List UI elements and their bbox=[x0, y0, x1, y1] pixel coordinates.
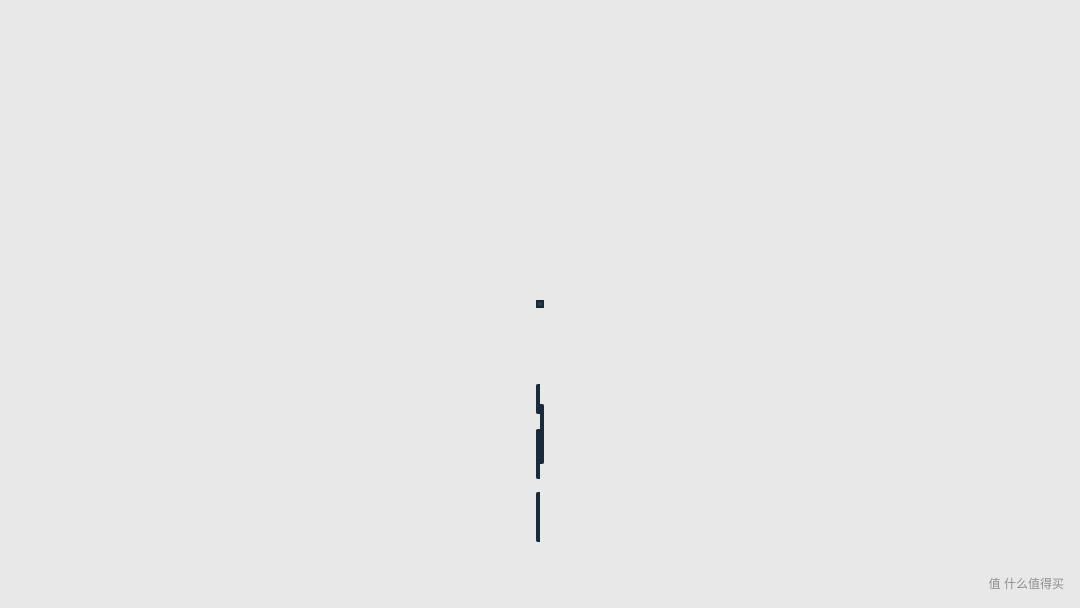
watermark: 值 什么值得买 bbox=[989, 575, 1064, 592]
power-button[interactable] bbox=[540, 404, 544, 464]
silent-switch[interactable] bbox=[536, 384, 540, 414]
volume-down-button[interactable] bbox=[536, 492, 540, 542]
volume-up-button[interactable] bbox=[536, 429, 540, 479]
